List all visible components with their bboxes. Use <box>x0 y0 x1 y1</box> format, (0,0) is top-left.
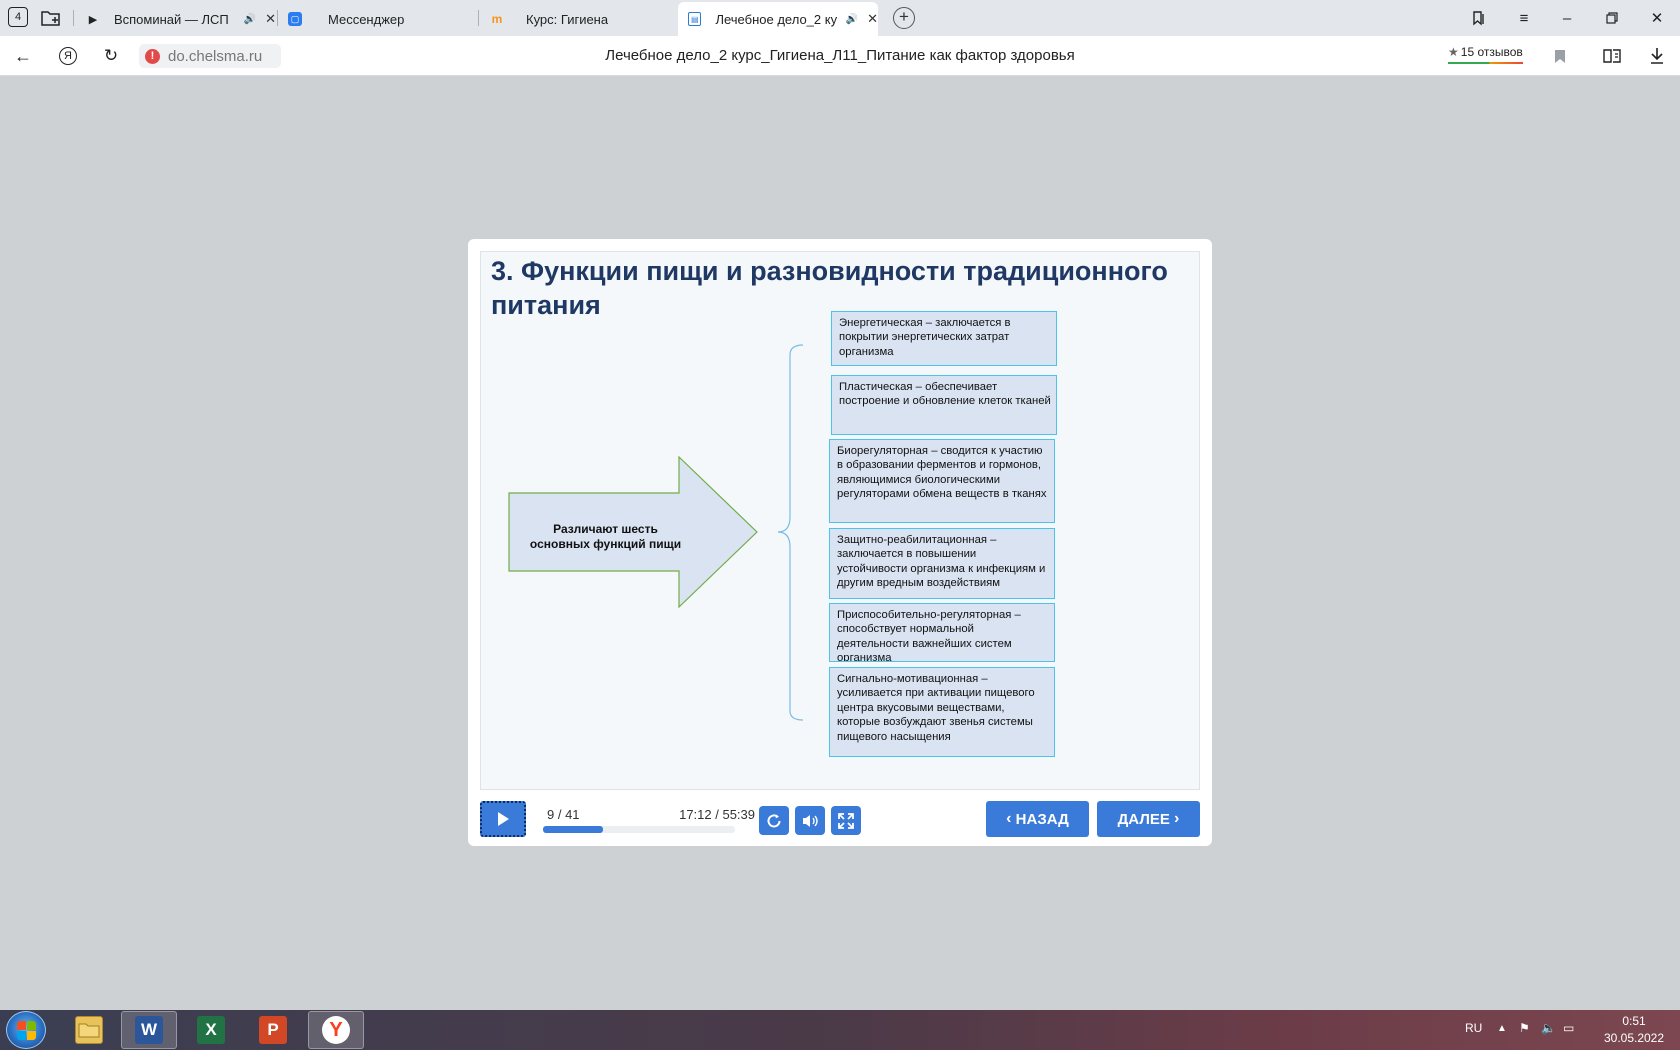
tab-separator <box>478 10 479 26</box>
fullscreen-button[interactable] <box>831 806 861 835</box>
network-tray-icon[interactable]: ▭ <box>1563 1021 1574 1035</box>
bookmarks-panel-icon[interactable] <box>1467 6 1491 30</box>
back-button-label: НАЗАД <box>1015 810 1069 828</box>
slide-canvas: 3. Функции пищи и разновидности традицио… <box>480 251 1200 790</box>
tab-separator <box>277 10 278 26</box>
menu-icon[interactable]: ≡ <box>1512 6 1536 30</box>
replay-icon <box>767 813 781 827</box>
restore-icon[interactable] <box>1600 6 1624 30</box>
taskbar-excel[interactable]: X <box>183 1011 239 1049</box>
action-center-flag-icon[interactable]: ⚑ <box>1519 1021 1530 1035</box>
taskbar-powerpoint[interactable]: P <box>245 1011 301 1049</box>
chevron-right-icon: › <box>1174 810 1180 827</box>
taskbar-explorer[interactable] <box>61 1011 117 1049</box>
address-bar: ← Я ↻ ! do.chelsma.ru Лечебное дело_2 ку… <box>0 36 1680 76</box>
tab-count-icon[interactable]: 4 <box>8 7 28 27</box>
play-icon: ▶ <box>88 13 98 26</box>
chevron-left-icon: ‹ <box>1006 810 1012 827</box>
bookmark-icon[interactable] <box>1548 44 1572 68</box>
tab-count: 4 <box>14 11 22 23</box>
function-box-energy: Энергетическая – заключается в покрытии … <box>831 311 1057 366</box>
progress-fill <box>543 826 603 833</box>
slide-counter: 9 / 41 <box>547 807 580 822</box>
tray-expand-icon[interactable]: ▲ <box>1497 1023 1507 1034</box>
tab-vspominai[interactable]: ▶ Вспоминай — ЛСП 🔊 ✕ <box>86 2 276 36</box>
volume-button[interactable] <box>795 806 825 835</box>
tab-title: Вспоминай — ЛСП <box>113 11 229 27</box>
windows-logo-icon <box>17 1021 37 1041</box>
back-arrow-icon[interactable]: ← <box>11 44 35 68</box>
function-box-bioregulatory: Биорегуляторная – сводится к участию в о… <box>829 439 1055 523</box>
sound-icon[interactable]: 🔊 <box>846 14 858 25</box>
tab-lechebnoe-delo[interactable]: ▤ Лечебное дело_2 ку 🔊 ✕ <box>678 2 878 36</box>
fullscreen-icon <box>838 812 854 829</box>
tab-title: Мессенджер <box>328 11 405 27</box>
browser-tab-bar: 4 ▶ Вспоминай — ЛСП 🔊 ✕ ▢ Мессенджер m К… <box>0 0 1680 36</box>
tab-title: Курс: Гигиена <box>526 11 609 27</box>
url-field[interactable]: ! do.chelsma.ru <box>139 44 281 68</box>
reviews-badge[interactable]: ★ 15 отзывов <box>1448 45 1523 64</box>
add-tab-group-icon[interactable] <box>40 7 62 29</box>
start-button[interactable] <box>6 1011 46 1049</box>
language-indicator[interactable]: RU <box>1465 1021 1482 1035</box>
close-window-icon[interactable]: ✕ <box>1645 6 1669 30</box>
curly-brace-shape <box>777 344 804 721</box>
arrow-label: Различают шесть основных функций пищи <box>529 522 682 551</box>
slides-icon: ▤ <box>688 12 702 26</box>
function-box-signal: Сигнально-мотивационная – усиливается пр… <box>829 667 1055 757</box>
volume-tray-icon[interactable]: 🔈 <box>1541 1021 1556 1035</box>
reviews-text: 15 отзывов <box>1460 45 1523 59</box>
taskbar-yandex-browser[interactable]: Y <box>308 1011 364 1049</box>
moodle-icon: m <box>491 12 503 26</box>
tab-title: Лечебное дело_2 ку <box>715 11 838 27</box>
warning-icon[interactable]: ! <box>145 48 160 64</box>
word-icon: W <box>135 1016 163 1044</box>
tab-separator <box>73 10 74 26</box>
download-icon[interactable] <box>1645 44 1669 68</box>
replay-button[interactable] <box>759 806 789 835</box>
yandex-browser-icon: Y <box>322 1016 350 1044</box>
messenger-icon: ▢ <box>288 12 302 26</box>
taskbar-word[interactable]: W <box>121 1011 177 1049</box>
reader-mode-icon[interactable] <box>1600 44 1624 68</box>
close-tab-icon[interactable]: ✕ <box>265 11 276 27</box>
play-icon <box>498 812 509 826</box>
presentation-player: 3. Функции пищи и разновидности традицио… <box>468 239 1212 846</box>
star-icon: ★ <box>1448 45 1459 59</box>
play-button[interactable] <box>480 801 526 837</box>
time-counter: 17:12 / 55:39 <box>679 807 755 822</box>
new-tab-icon[interactable]: + <box>893 7 915 29</box>
clock-time[interactable]: 0:51 <box>1604 1014 1664 1028</box>
function-box-protective: Защитно-реабилитационная – заключается в… <box>829 528 1055 599</box>
tab-messenger[interactable]: ▢ Мессенджер <box>288 2 478 36</box>
page-title: Лечебное дело_2 курс_Гигиена_Л11_Питание… <box>605 47 1075 64</box>
function-box-adaptive: Приспособительно-регуляторная – способст… <box>829 603 1055 662</box>
explorer-icon <box>75 1016 103 1044</box>
back-button[interactable]: ‹ НАЗАД <box>986 801 1089 837</box>
tab-course-gigiena[interactable]: m Курс: Гигиена <box>490 2 670 36</box>
progress-bar[interactable] <box>543 826 735 833</box>
next-button-label: ДАЛЕЕ <box>1117 810 1170 828</box>
sound-icon[interactable]: 🔊 <box>244 14 256 25</box>
reload-icon[interactable]: ↻ <box>99 44 123 68</box>
excel-icon: X <box>197 1016 225 1044</box>
windows-taskbar: W X P Y RU ▲ ⚑ 🔈 ▭ 0:51 30.05.2022 <box>0 1010 1680 1050</box>
url-text: do.chelsma.ru <box>168 47 263 65</box>
volume-icon <box>803 814 818 827</box>
close-tab-icon[interactable]: ✕ <box>867 11 878 27</box>
next-button[interactable]: ДАЛЕЕ › <box>1097 801 1200 837</box>
powerpoint-icon: P <box>259 1016 287 1044</box>
minimize-icon[interactable]: – <box>1555 6 1579 30</box>
function-box-plastic: Пластическая – обеспечивает построение и… <box>831 375 1057 435</box>
yandex-icon[interactable]: Я <box>59 47 77 65</box>
clock-date[interactable]: 30.05.2022 <box>1594 1031 1674 1045</box>
